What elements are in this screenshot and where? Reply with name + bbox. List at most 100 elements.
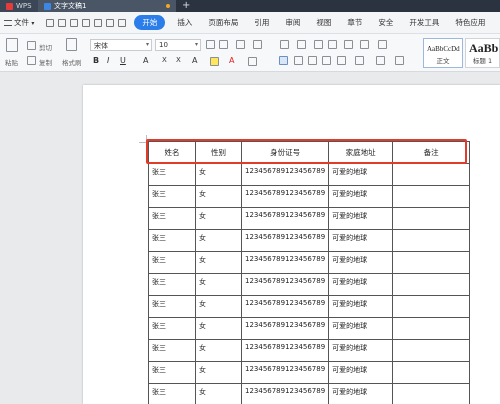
cell-id-number[interactable]: 123456789123456789 <box>240 361 330 384</box>
header-address[interactable]: 家庭地址 <box>328 141 394 164</box>
cell-name[interactable]: 张三 <box>148 273 196 296</box>
header-gender[interactable]: 性别 <box>195 141 242 164</box>
cell-remarks[interactable] <box>392 251 471 274</box>
menu-features[interactable]: 特色应用 <box>447 17 493 28</box>
shrink-font-icon[interactable] <box>219 40 228 49</box>
line-spacing-icon[interactable] <box>355 56 364 65</box>
cell-id-number[interactable]: 123456789123456789 <box>240 339 330 362</box>
cell-address[interactable]: 可爱的地球 <box>328 207 394 230</box>
cell-gender[interactable]: 女 <box>195 317 242 340</box>
bullets-icon[interactable] <box>280 40 289 49</box>
cell-id-number[interactable]: 123456789123456789 <box>240 185 330 208</box>
paste-icon[interactable] <box>6 38 18 52</box>
cell-remarks[interactable] <box>392 163 471 186</box>
cell-remarks[interactable] <box>392 339 471 362</box>
align-left-icon[interactable] <box>279 56 288 65</box>
cell-name[interactable]: 张三 <box>148 163 196 186</box>
italic-button[interactable]: I <box>107 56 109 65</box>
redo-icon[interactable] <box>118 18 127 27</box>
text-effect-button[interactable]: A <box>192 56 197 65</box>
cell-id-number[interactable]: 123456789123456789 <box>240 163 330 186</box>
cell-name[interactable]: 张三 <box>148 185 196 208</box>
undo-icon[interactable] <box>106 18 115 27</box>
cell-address[interactable]: 可爱的地球 <box>328 185 394 208</box>
cell-remarks[interactable] <box>392 207 471 230</box>
cell-address[interactable]: 可爱的地球 <box>328 295 394 318</box>
cell-id-number[interactable]: 123456789123456789 <box>240 383 330 404</box>
cell-remarks[interactable] <box>392 317 471 340</box>
show-marks-icon[interactable] <box>360 40 369 49</box>
shading-icon[interactable] <box>376 56 385 65</box>
grow-font-icon[interactable] <box>206 40 215 49</box>
cell-address[interactable]: 可爱的地球 <box>328 163 394 186</box>
cell-name[interactable]: 张三 <box>148 251 196 274</box>
header-name[interactable]: 姓名 <box>148 141 196 164</box>
menu-insert[interactable]: 插入 <box>169 17 200 28</box>
cell-name[interactable]: 张三 <box>148 383 196 404</box>
cell-name[interactable]: 张三 <box>148 317 196 340</box>
cell-id-number[interactable]: 123456789123456789 <box>240 229 330 252</box>
cell-gender[interactable]: 女 <box>195 163 242 186</box>
print-preview-icon[interactable] <box>94 18 103 27</box>
menu-page-layout[interactable]: 页面布局 <box>200 17 246 28</box>
cell-gender[interactable]: 女 <box>195 207 242 230</box>
char-spacing-icon[interactable] <box>378 40 387 49</box>
menu-references[interactable]: 引用 <box>246 17 277 28</box>
decrease-indent-icon[interactable] <box>314 40 323 49</box>
data-table[interactable]: 姓名 性别 身份证号 家庭地址 备注 张三女 123456789123456789… <box>148 141 471 404</box>
header-remarks[interactable]: 备注 <box>392 141 471 164</box>
numbering-icon[interactable] <box>297 40 306 49</box>
cell-address[interactable]: 可爱的地球 <box>328 317 394 340</box>
copy-icon[interactable] <box>27 56 36 65</box>
cell-gender[interactable]: 女 <box>195 339 242 362</box>
menu-developer[interactable]: 开发工具 <box>401 17 447 28</box>
cell-remarks[interactable] <box>392 273 471 296</box>
cell-remarks[interactable] <box>392 383 471 404</box>
cell-gender[interactable]: 女 <box>195 273 242 296</box>
increase-indent-icon[interactable] <box>328 40 337 49</box>
cell-address[interactable]: 可爱的地球 <box>328 383 394 404</box>
menu-section[interactable]: 章节 <box>339 17 370 28</box>
cell-name[interactable]: 张三 <box>148 295 196 318</box>
cell-gender[interactable]: 女 <box>195 295 242 318</box>
header-id-number[interactable]: 身份证号 <box>240 141 330 164</box>
cell-id-number[interactable]: 123456789123456789 <box>240 317 330 340</box>
cell-remarks[interactable] <box>392 361 471 384</box>
cell-id-number[interactable]: 123456789123456789 <box>240 295 330 318</box>
font-size-select[interactable]: 10 ▾ <box>155 39 201 51</box>
style-heading-1[interactable]: AaBb 标题 1 <box>465 38 500 68</box>
justify-icon[interactable] <box>322 56 331 65</box>
subscript-button[interactable]: X <box>176 56 181 64</box>
style-normal[interactable]: AaBbCcDd 正文 <box>423 38 463 68</box>
cell-remarks[interactable] <box>392 295 471 318</box>
clear-format-icon[interactable] <box>236 40 245 49</box>
cell-gender[interactable]: 女 <box>195 251 242 274</box>
cell-id-number[interactable]: 123456789123456789 <box>240 273 330 296</box>
cell-gender[interactable]: 女 <box>195 361 242 384</box>
menu-more[interactable]: 文 <box>493 17 500 28</box>
cell-id-number[interactable]: 123456789123456789 <box>240 251 330 274</box>
cell-address[interactable]: 可爱的地球 <box>328 251 394 274</box>
font-color-a-button[interactable]: A <box>143 56 148 65</box>
distribute-icon[interactable] <box>337 56 346 65</box>
menu-file[interactable]: 文件 ▾ <box>0 17 42 28</box>
font-color-button[interactable]: A <box>229 56 234 65</box>
underline-button[interactable]: U <box>120 56 126 65</box>
cell-gender[interactable]: 女 <box>195 383 242 404</box>
cell-name[interactable]: 张三 <box>148 361 196 384</box>
align-right-icon[interactable] <box>308 56 317 65</box>
cell-address[interactable]: 可爱的地球 <box>328 229 394 252</box>
char-border-icon[interactable] <box>248 57 257 66</box>
cell-remarks[interactable] <box>392 185 471 208</box>
cell-address[interactable]: 可爱的地球 <box>328 339 394 362</box>
cell-address[interactable]: 可爱的地球 <box>328 273 394 296</box>
menu-review[interactable]: 审阅 <box>277 17 308 28</box>
cell-name[interactable]: 张三 <box>148 229 196 252</box>
align-center-icon[interactable] <box>294 56 303 65</box>
menu-security[interactable]: 安全 <box>370 17 401 28</box>
highlight-icon[interactable] <box>210 57 219 66</box>
borders-icon[interactable] <box>395 56 404 65</box>
tab-wps-home[interactable]: WPS <box>0 0 38 12</box>
format-painter-icon[interactable] <box>66 38 77 51</box>
new-tab-button[interactable]: + <box>176 0 196 12</box>
